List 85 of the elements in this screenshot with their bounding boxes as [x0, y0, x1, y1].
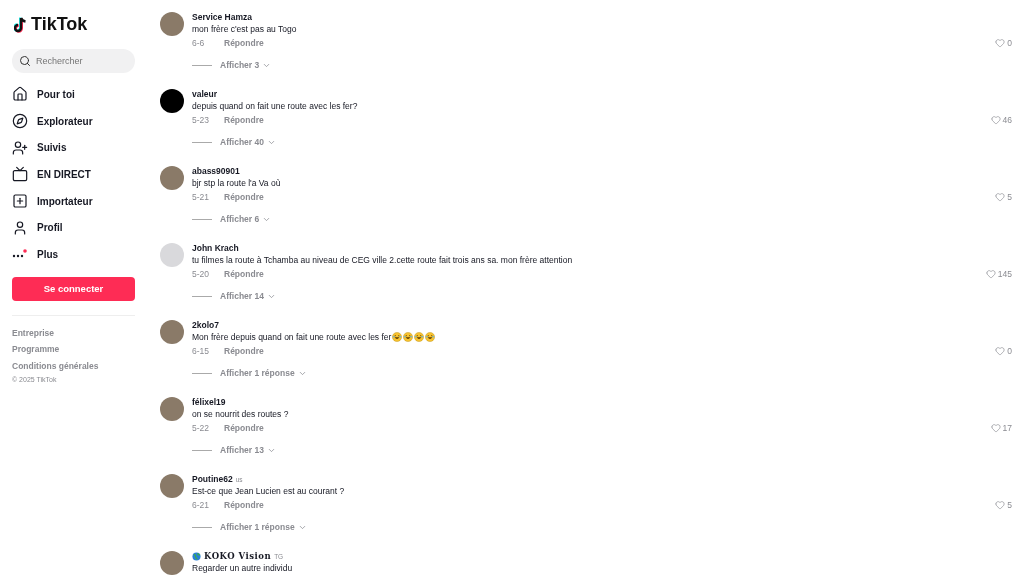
laughing-face-icon — [425, 332, 436, 342]
like-count: 5 — [1007, 500, 1012, 510]
comment-text: Mon frère depuis quand on fait une route avec les fer — [192, 332, 392, 342]
comment-date: 5-20 — [192, 269, 210, 279]
reply-link[interactable]: Répondre — [224, 192, 264, 202]
reply-link[interactable]: Répondre — [224, 269, 264, 279]
heart-icon[interactable] — [995, 192, 1006, 202]
view-replies-link[interactable]: Afficher 6 — [220, 214, 272, 224]
photo-placeholder[interactable] — [160, 166, 184, 190]
heart-icon[interactable] — [985, 269, 996, 279]
nav-item[interactable]: Suivis — [12, 134, 135, 162]
comment-text: Regarder un autre individu — [192, 563, 293, 573]
laughing-face-icon — [403, 332, 414, 342]
photo-placeholder[interactable] — [160, 474, 184, 498]
reply-link[interactable]: Répondre — [224, 38, 264, 48]
comment-date: 5-23 — [192, 115, 210, 125]
username[interactable]: Poutine62 — [192, 474, 233, 484]
logo-text: TikTok — [31, 14, 88, 35]
view-replies-link[interactable]: Afficher 14 — [220, 291, 276, 301]
comment-date: 6-15 — [192, 346, 210, 356]
comment-date: 6-21 — [192, 500, 210, 510]
search-field[interactable]: Rechercher — [12, 49, 135, 73]
compass-icon — [12, 113, 28, 130]
like-count: 0 — [1007, 38, 1012, 48]
music-note-logo-icon — [14, 16, 28, 33]
comment-text: Est-ce que Jean Lucien est au courant ? — [192, 486, 345, 496]
view-replies-link[interactable]: Afficher 1 réponse — [220, 368, 307, 378]
photo-placeholder[interactable] — [160, 320, 184, 344]
username[interactable]: félixel19 — [192, 397, 226, 407]
person-add-icon — [12, 139, 28, 156]
reply-link[interactable]: Répondre — [224, 500, 264, 510]
heart-icon[interactable] — [995, 500, 1006, 510]
nav-item[interactable]: EN DIRECT — [12, 161, 135, 188]
heart-icon[interactable] — [990, 115, 1001, 125]
login-button[interactable]: Se connecter — [12, 276, 135, 301]
heart-icon[interactable] — [995, 38, 1006, 48]
footer-link[interactable]: Programme — [12, 341, 135, 358]
comment-text: bjr stp la route l'a Va où — [192, 178, 281, 188]
comment-text: on se nourrit des routes ? — [192, 409, 289, 419]
photo-placeholder[interactable] — [160, 551, 184, 575]
comment-text: tu filmes la route à Tchamba au niveau de CEG ville 2.cette route fait trois ans sa. mon frère attention — [192, 255, 573, 265]
reply-link[interactable]: Répondre — [224, 115, 264, 125]
like-count: 145 — [997, 269, 1012, 279]
view-replies-link[interactable]: Afficher 13 — [220, 445, 276, 455]
username[interactable]: abass90901 — [192, 166, 240, 176]
footer-link[interactable]: Conditions générales — [12, 357, 135, 375]
search-icon — [19, 55, 31, 67]
username[interactable]: 2kolo7 — [192, 320, 219, 330]
blank-avatar[interactable] — [160, 89, 184, 113]
nav-item[interactable]: Explorateur — [12, 107, 135, 135]
heart-icon[interactable] — [990, 423, 1001, 433]
username[interactable]: KOKO Vision — [204, 551, 272, 561]
more-icon — [12, 249, 28, 260]
like-count: 5 — [1007, 192, 1012, 202]
username[interactable]: John Krach — [192, 243, 239, 253]
like-count: 17 — [1002, 423, 1012, 433]
photo-placeholder[interactable] — [160, 397, 184, 421]
heart-icon[interactable] — [995, 346, 1006, 356]
reply-link[interactable]: Répondre — [224, 346, 264, 356]
tv-icon — [12, 166, 28, 183]
default-avatar[interactable] — [160, 243, 184, 267]
nav-item[interactable]: Plus — [12, 241, 135, 268]
comment-date: 5-22 — [192, 423, 210, 433]
view-replies-link[interactable]: Afficher 40 — [220, 137, 276, 147]
laughing-face-icon — [392, 332, 403, 342]
username[interactable]: valeur — [192, 89, 218, 99]
username[interactable]: Service Hamza — [192, 12, 252, 22]
comment-text: depuis quand on fait une route avec les fer? — [192, 101, 358, 111]
view-replies-link[interactable]: Afficher 1 réponse — [220, 522, 307, 532]
nav-item[interactable]: Importateur — [12, 187, 135, 215]
comment-date: 6-6 — [192, 38, 206, 48]
photo-placeholder[interactable] — [160, 12, 184, 36]
comment-date: 5-21 — [192, 192, 210, 202]
footer-link[interactable]: Entreprise — [12, 324, 135, 342]
nav-item[interactable]: Pour toi — [12, 81, 135, 108]
nav-item[interactable]: Profil — [12, 214, 135, 242]
comment-text: mon frère c'est pas au Togo — [192, 24, 297, 34]
plus-square-icon — [12, 193, 28, 210]
like-count: 0 — [1007, 346, 1012, 356]
view-replies-link[interactable]: Afficher 3 — [220, 60, 272, 70]
laughing-face-icon — [414, 332, 425, 342]
reply-link[interactable]: Répondre — [224, 423, 264, 433]
like-count: 46 — [1002, 115, 1012, 125]
home-icon — [12, 86, 28, 103]
person-icon — [12, 219, 28, 236]
